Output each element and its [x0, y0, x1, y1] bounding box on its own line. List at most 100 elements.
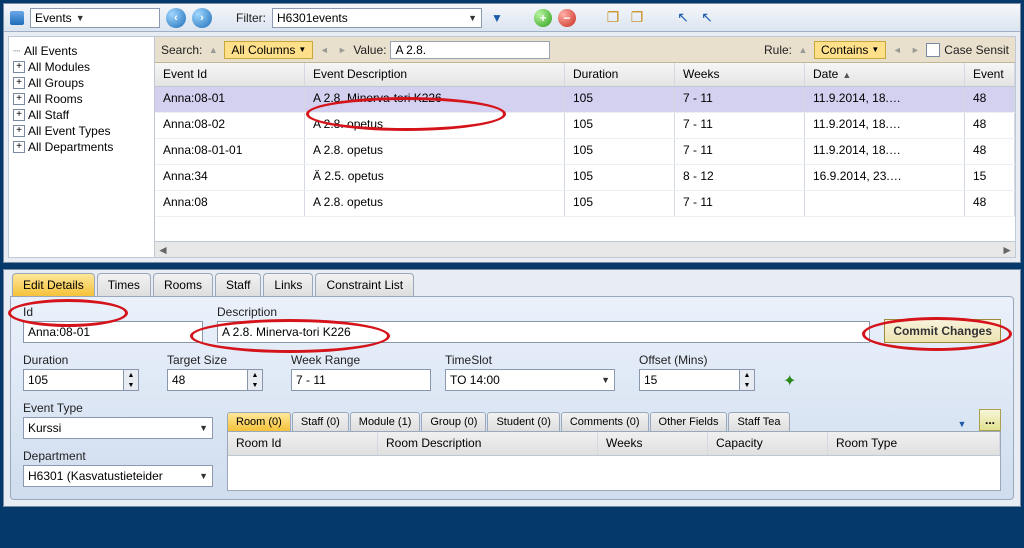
table-row[interactable]: Anna:08A 2.8. opetus1057 - 1148 [155, 191, 1015, 217]
expand-icon[interactable]: + [13, 77, 25, 89]
add-button[interactable]: + [534, 9, 552, 27]
table-row[interactable]: Anna:08-01A 2.8. Minerva-tori K2261057 -… [155, 87, 1015, 113]
tab-staff[interactable]: Staff [215, 273, 261, 296]
entity-selector[interactable]: Events ▼ [30, 8, 160, 28]
target-spinner[interactable]: ▲▼ [247, 369, 263, 391]
search-bar: Search: ▲ All Columns▼ ◄ ► Value: Rule: … [155, 37, 1015, 63]
id-input[interactable] [23, 321, 203, 343]
tab-rooms[interactable]: Rooms [153, 273, 213, 296]
remove-button[interactable]: − [558, 9, 576, 27]
value-label: Value: [353, 43, 386, 57]
subtab[interactable]: Staff Tea [728, 412, 789, 431]
expand-icon[interactable]: + [13, 109, 25, 121]
duration-spinner[interactable]: ▲▼ [123, 369, 139, 391]
tab-constraint-list[interactable]: Constraint List [315, 273, 414, 296]
tree-item-label: All Departments [28, 140, 113, 154]
subtab[interactable]: Student (0) [487, 412, 559, 431]
department-selector[interactable]: H6301 (Kasvatustieteider▼ [23, 465, 213, 487]
tree-item[interactable]: +All Staff [13, 107, 150, 123]
description-input[interactable] [217, 321, 870, 343]
filter-selector[interactable]: H6301events ▼ [272, 8, 482, 28]
col-date[interactable]: Date▲ [805, 63, 965, 86]
nav-forward-button[interactable]: › [192, 8, 212, 28]
week-range-label: Week Range [291, 353, 431, 367]
tree-item-label: All Staff [28, 108, 69, 122]
col-room-type[interactable]: Room Type [828, 432, 1000, 455]
triangle-up-icon[interactable]: ▲ [206, 43, 220, 57]
expand-icon[interactable]: + [13, 141, 25, 153]
col-room-id[interactable]: Room Id [228, 432, 378, 455]
subtab[interactable]: Module (1) [350, 412, 421, 431]
col-event-id[interactable]: Event Id [155, 63, 305, 86]
rule-label: Rule: [764, 43, 792, 57]
chevron-down-icon: ▼ [76, 13, 85, 23]
main-toolbar: Events ▼ ‹ › Filter: H6301events ▼ ▼ + −… [4, 4, 1020, 32]
timeslot-selector[interactable]: TO 14:00▼ [445, 369, 615, 391]
more-button[interactable]: ... [979, 409, 1001, 431]
col-room-desc[interactable]: Room Description [378, 432, 598, 455]
star-icon[interactable]: ✦ [783, 371, 796, 391]
duration-input[interactable] [23, 369, 123, 391]
tab-times[interactable]: Times [97, 273, 151, 296]
next-icon[interactable]: ► [335, 43, 349, 57]
case-label: Case Sensit [944, 43, 1009, 57]
triangle-up-icon[interactable]: ▲ [796, 43, 810, 57]
tree-item[interactable]: +All Groups [13, 75, 150, 91]
next-icon[interactable]: ► [908, 43, 922, 57]
subtab[interactable]: Room (0) [227, 412, 291, 431]
rule-selector[interactable]: Contains▼ [814, 41, 886, 59]
offset-input[interactable] [639, 369, 739, 391]
week-range-input[interactable] [291, 369, 431, 391]
tree-item[interactable]: +All Modules [13, 59, 150, 75]
event-type-selector[interactable]: Kurssi▼ [23, 417, 213, 439]
col-event[interactable]: Event [965, 63, 1015, 86]
expand-icon[interactable]: + [13, 61, 25, 73]
col-duration[interactable]: Duration [565, 63, 675, 86]
sort-asc-icon: ▲ [842, 70, 851, 80]
funnel-icon[interactable]: ▼ [488, 9, 506, 27]
columns-selector[interactable]: All Columns▼ [224, 41, 313, 59]
tab-overflow-icon[interactable]: ▼ [955, 417, 969, 431]
tree-item[interactable]: ┈All Events [13, 43, 150, 59]
col-weeks[interactable]: Weeks [675, 63, 805, 86]
offset-spinner[interactable]: ▲▼ [739, 369, 755, 391]
col-room-weeks[interactable]: Weeks [598, 432, 708, 455]
prev-icon[interactable]: ◄ [317, 43, 331, 57]
nav-back-button[interactable]: ‹ [166, 8, 186, 28]
offset-label: Offset (Mins) [639, 353, 769, 367]
grid-body: Anna:08-01A 2.8. Minerva-tori K2261057 -… [155, 87, 1015, 241]
entity-tree: ┈All Events+All Modules+All Groups+All R… [9, 37, 155, 257]
target-size-input[interactable] [167, 369, 247, 391]
timeslot-label: TimeSlot [445, 353, 625, 367]
tab-links[interactable]: Links [263, 273, 313, 296]
tree-item[interactable]: +All Departments [13, 139, 150, 155]
subtab[interactable]: Staff (0) [292, 412, 349, 431]
tab-edit-details[interactable]: Edit Details [12, 273, 95, 296]
prev-icon[interactable]: ◄ [890, 43, 904, 57]
subtab[interactable]: Comments (0) [561, 412, 649, 431]
commit-changes-button[interactable]: Commit Changes [884, 319, 1001, 343]
paste-icon[interactable]: ❐ [628, 9, 646, 27]
subtab[interactable]: Group (0) [421, 412, 486, 431]
table-row[interactable]: Anna:34Ä 2.5. opetus1058 - 1216.9.2014, … [155, 165, 1015, 191]
col-room-capacity[interactable]: Capacity [708, 432, 828, 455]
expand-icon[interactable]: + [13, 93, 25, 105]
table-row[interactable]: Anna:08-02A 2.8. opetus1057 - 1111.9.201… [155, 113, 1015, 139]
copy-icon[interactable]: ❐ [604, 9, 622, 27]
subtab[interactable]: Other Fields [650, 412, 728, 431]
pointer-next-icon[interactable]: ↖ [698, 9, 716, 27]
search-label: Search: [161, 43, 202, 57]
pointer-icon[interactable]: ↖ [674, 9, 692, 27]
col-description[interactable]: Event Description [305, 63, 565, 86]
horizontal-scrollbar[interactable]: ◄► [155, 241, 1015, 257]
entity-label: Events [35, 11, 72, 25]
table-row[interactable]: Anna:08-01-01A 2.8. opetus1057 - 1111.9.… [155, 139, 1015, 165]
case-checkbox[interactable] [926, 43, 940, 57]
search-value-input[interactable] [390, 41, 550, 59]
description-label: Description [217, 305, 870, 319]
tree-item[interactable]: +All Rooms [13, 91, 150, 107]
tree-item[interactable]: +All Event Types [13, 123, 150, 139]
expand-icon[interactable]: + [13, 125, 25, 137]
sub-grid: Room Id Room Description Weeks Capacity … [227, 431, 1001, 491]
filter-label: Filter: [236, 11, 266, 25]
